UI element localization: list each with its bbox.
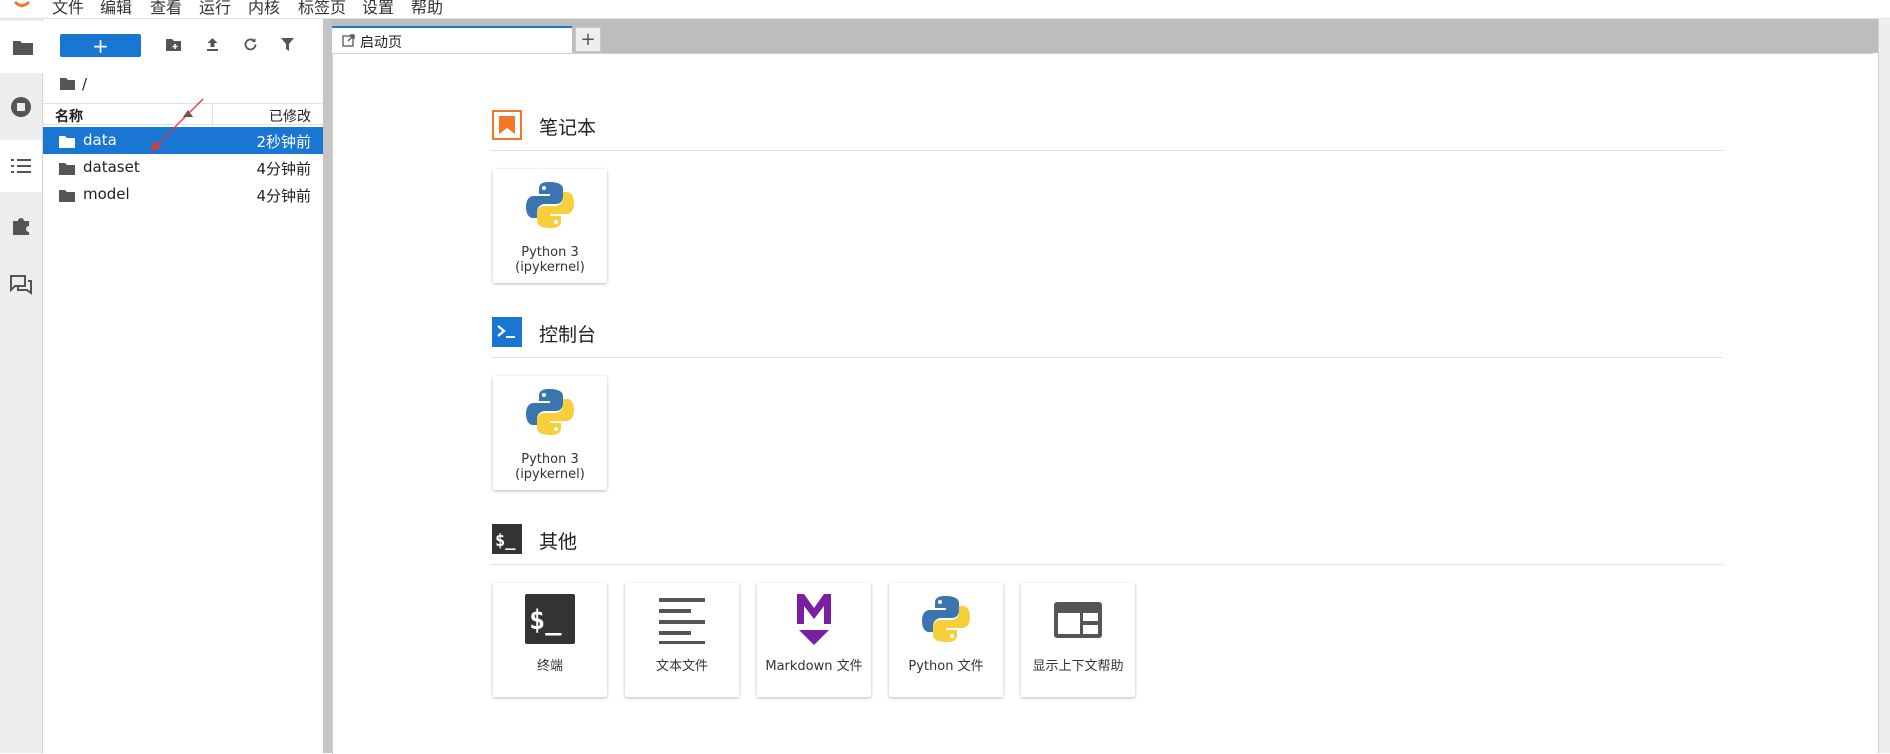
left-sidebar-rail — [0, 19, 44, 753]
card-label: 显示上下文帮助 — [1032, 659, 1124, 674]
running-stop-icon — [10, 96, 32, 118]
rail-tab-toc[interactable] — [0, 140, 42, 192]
section-title: 控制台 — [539, 324, 597, 346]
rail-tab-file-browser[interactable] — [0, 21, 44, 73]
breadcrumb: / — [59, 74, 87, 94]
section-divider — [491, 150, 1723, 151]
rail-tab-extensions[interactable] — [0, 199, 42, 251]
breadcrumb-root[interactable]: / — [82, 75, 87, 93]
section-title: 笔记本 — [539, 117, 597, 139]
launcher-card-context-help[interactable]: 显示上下文帮助 — [1021, 583, 1135, 697]
file-name: model — [83, 185, 130, 203]
menu-edit[interactable]: 编辑 — [100, 0, 132, 18]
annotation-arrow-icon — [143, 97, 213, 157]
python-logo-icon — [921, 594, 971, 644]
panel-resize-handle[interactable] — [323, 19, 332, 753]
console-icon — [492, 317, 522, 347]
folder-icon — [59, 189, 75, 202]
table-of-contents-icon — [10, 157, 32, 175]
folder-icon — [59, 162, 75, 175]
launcher-tab-icon — [342, 34, 355, 47]
rail-tab-chat[interactable] — [0, 259, 42, 311]
section-divider — [491, 564, 1723, 565]
python-logo-icon — [525, 387, 575, 437]
file-row[interactable]: dataset 4分钟前 — [43, 154, 323, 181]
text-file-icon — [657, 594, 707, 644]
launcher-card-terminal[interactable]: $_ 终端 — [493, 583, 607, 697]
section-divider — [491, 357, 1723, 358]
rail-tab-running[interactable] — [0, 81, 42, 133]
column-header-name[interactable]: 名称 — [55, 106, 83, 126]
new-launcher-button[interactable]: + — [60, 34, 141, 57]
filter-icon[interactable] — [280, 37, 295, 52]
section-title: 其他 — [539, 531, 578, 553]
main-tab-bar: 启动页 + — [332, 19, 1878, 53]
chat-bubbles-icon — [10, 275, 32, 295]
right-sidebar-rail — [1878, 19, 1890, 753]
file-name: data — [83, 131, 117, 149]
menu-settings[interactable]: 设置 — [362, 0, 394, 18]
context-help-icon — [1053, 594, 1103, 644]
markdown-icon — [789, 594, 839, 648]
file-browser-toolbar: + — [43, 19, 323, 67]
folder-icon — [59, 135, 75, 148]
menu-kernel[interactable]: 内核 — [248, 0, 280, 18]
launcher-card-markdown[interactable]: Markdown 文件 — [757, 583, 871, 697]
menu-help[interactable]: 帮助 — [411, 0, 443, 18]
launcher-card-python3-notebook[interactable]: Python 3 (ipykernel) — [493, 169, 607, 283]
folder-icon — [12, 38, 34, 56]
breadcrumb-folder-icon[interactable] — [59, 77, 76, 91]
menu-run[interactable]: 运行 — [199, 0, 231, 18]
new-folder-icon[interactable] — [165, 37, 182, 52]
tab-label: 启动页 — [360, 35, 402, 51]
other-terminal-icon: $_ — [492, 524, 522, 554]
card-label: Markdown 文件 — [765, 659, 863, 674]
card-label: Python 文件 — [908, 659, 984, 674]
launcher-card-python-file[interactable]: Python 文件 — [889, 583, 1003, 697]
file-name: dataset — [83, 158, 140, 176]
terminal-icon: $_ — [525, 594, 575, 644]
refresh-icon[interactable] — [243, 37, 258, 52]
menu-file[interactable]: 文件 — [52, 0, 84, 18]
card-label: 终端 — [536, 659, 563, 674]
file-modified: 4分钟前 — [256, 160, 311, 178]
svg-text:$_: $_ — [495, 531, 516, 551]
puzzle-piece-icon — [10, 214, 32, 236]
card-label: Python 3 (ipykernel) — [515, 245, 585, 275]
upload-icon[interactable] — [205, 37, 220, 52]
file-row[interactable]: model 4分钟前 — [43, 181, 323, 208]
card-label: 文本文件 — [655, 659, 708, 674]
notebook-icon — [492, 110, 522, 140]
launcher-card-python3-console[interactable]: Python 3 (ipykernel) — [493, 376, 607, 490]
menu-tabs[interactable]: 标签页 — [298, 0, 346, 18]
menu-bar: 文件 编辑 查看 运行 内核 标签页 设置 帮助 — [0, 0, 1890, 19]
menu-view[interactable]: 查看 — [150, 0, 182, 18]
launcher-panel: 笔记本 Python 3 (ipykernel) 控制台 Python 3 (i… — [332, 53, 1873, 754]
svg-text:$_: $_ — [529, 605, 562, 636]
launcher-card-text-file[interactable]: 文本文件 — [625, 583, 739, 697]
file-browser-panel: + / 名称 已修改 data 2秒钟前 dataset 4分钟前 model … — [43, 19, 323, 753]
add-tab-button[interactable]: + — [575, 27, 601, 52]
file-modified: 2秒钟前 — [256, 133, 311, 151]
jupyter-logo-icon — [12, 0, 32, 12]
tab-launcher[interactable]: 启动页 — [332, 26, 572, 53]
column-header-modified[interactable]: 已修改 — [269, 106, 311, 126]
python-logo-icon — [525, 180, 575, 230]
card-label: Python 3 (ipykernel) — [515, 452, 585, 482]
file-modified: 4分钟前 — [256, 187, 311, 205]
